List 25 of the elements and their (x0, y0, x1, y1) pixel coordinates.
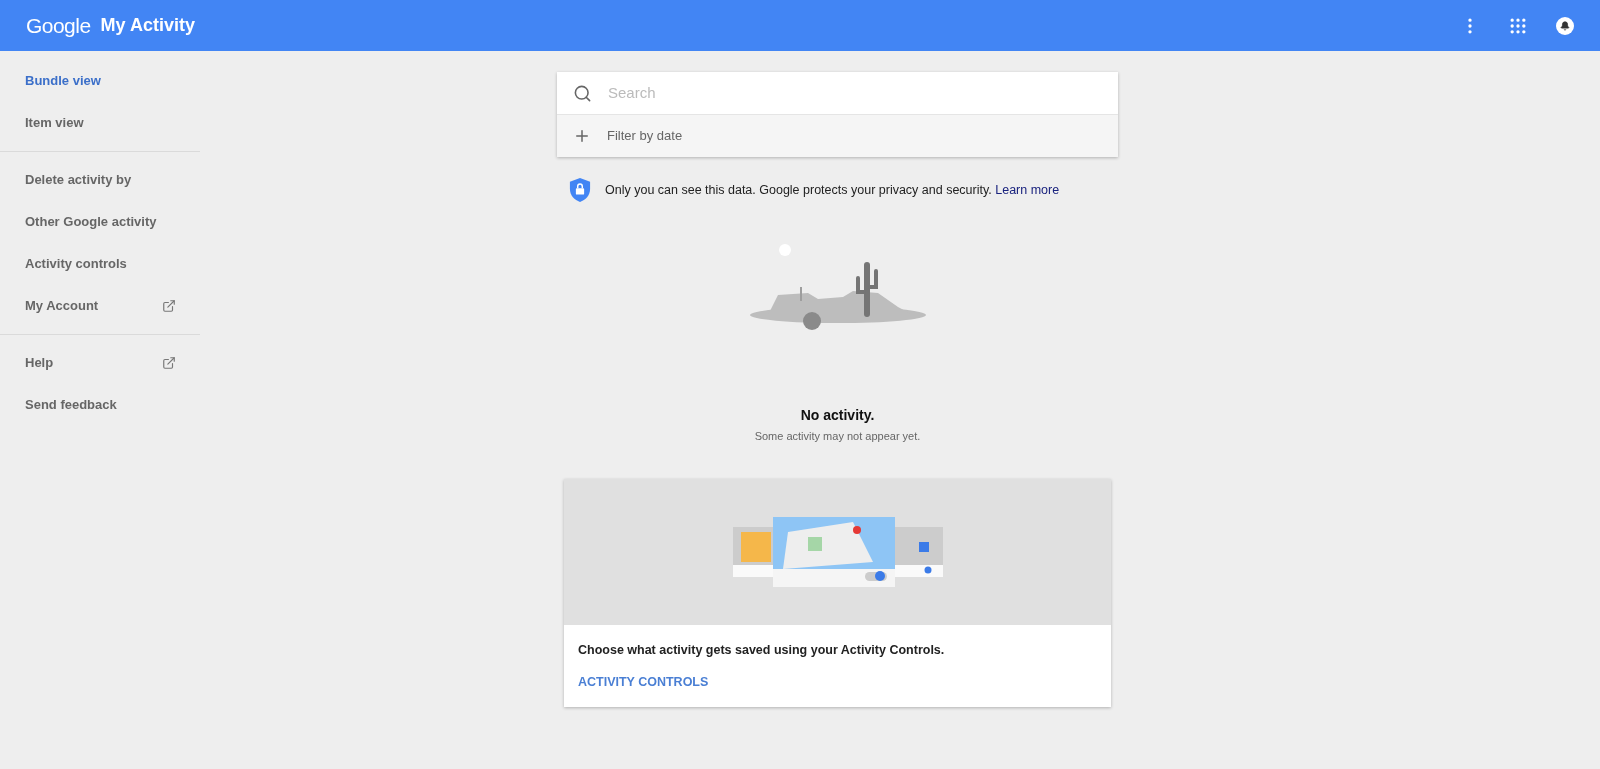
external-link-icon[interactable] (162, 299, 176, 313)
plus-icon (573, 127, 591, 145)
bell-icon (1560, 20, 1570, 31)
activity-controls-link[interactable]: ACTIVITY CONTROLS (578, 673, 709, 692)
sidebar-item[interactable]: My Account (25, 296, 99, 316)
sidebar-item[interactable]: Send feedback (25, 395, 117, 415)
privacy-notice: Only you can see this data. Google protects your privacy and security. Learn more (605, 181, 1060, 199)
empty-state-subtitle: Some activity may not appear yet. (754, 429, 921, 444)
learn-more-link[interactable]: Learn more (995, 182, 1060, 197)
card-description: Choose what activity gets saved using your Activity Controls. (578, 641, 946, 659)
shield-lock-icon (569, 177, 591, 203)
sidebar-item[interactable]: Other Google activity (25, 212, 157, 232)
sidebar-item[interactable]: Delete activity by (25, 170, 132, 190)
external-link-icon[interactable] (162, 356, 176, 370)
empty-state-title: No activity. (800, 406, 875, 425)
search-icon (573, 83, 592, 103)
sidebar-item[interactable]: Item view (25, 113, 84, 133)
filter-by-date-button[interactable]: Filter by date (557, 115, 1118, 157)
google-logo[interactable]: Google (26, 9, 91, 42)
app-title: My Activity (100, 14, 195, 37)
search-field[interactable]: Search (608, 81, 1102, 105)
sidebar-item[interactable]: Bundle view (25, 71, 101, 91)
notifications-button[interactable] (1556, 16, 1574, 35)
sidebar-item[interactable]: Help (25, 353, 54, 373)
sidebar-item[interactable]: Activity controls (25, 254, 127, 274)
